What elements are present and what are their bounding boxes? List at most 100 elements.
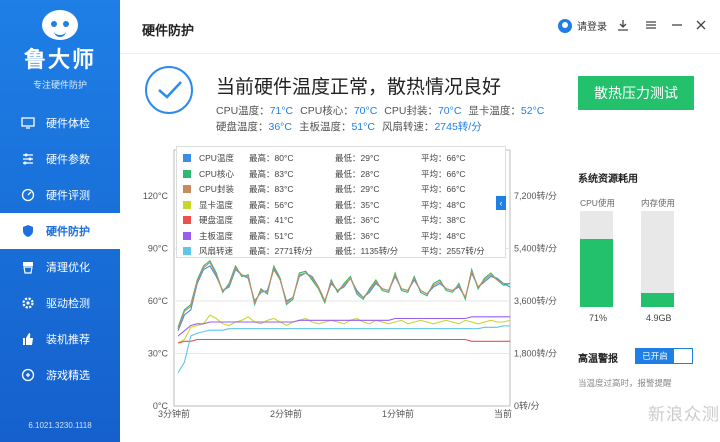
legend-collapse-chevron-icon[interactable]: ‹ (496, 196, 506, 210)
reading-value: 51°C (351, 121, 375, 133)
legend-max: 最高：56°C (249, 199, 294, 210)
sidebar-item-0[interactable]: 硬件体检 (0, 105, 120, 141)
series-line-6 (177, 325, 511, 374)
close-icon[interactable] (694, 18, 708, 32)
reading-label: CPU核心： (300, 105, 354, 117)
sidebar-item-label: 清理优化 (46, 262, 90, 274)
legend-avg: 平均：48°C (421, 199, 466, 210)
menu-icon[interactable] (644, 18, 658, 32)
memory-usage-bar (641, 211, 674, 307)
legend-max: 最高：2771转/分 (249, 246, 313, 256)
resources-title: 系统资源耗用 (578, 174, 638, 185)
legend-min: 最低：36°C (335, 215, 380, 225)
legend-avg: 平均：38°C (421, 215, 466, 225)
sidebar-item-label: 驱动检测 (46, 298, 90, 310)
x-tick-label: 3分钟前 (158, 408, 190, 419)
app-subtitle: 专注硬件防护 (32, 80, 87, 90)
legend-swatch (183, 154, 191, 162)
sidebar-item-label: 硬件参数 (46, 154, 90, 166)
high-temp-alert-toggle[interactable]: 已开启 (635, 348, 693, 364)
legend-name: CPU封装 (199, 184, 234, 194)
cpu-usage-value: 71% (589, 313, 608, 323)
sidebar-item-label: 装机推荐 (46, 334, 90, 346)
cpu-usage-bar (580, 211, 613, 307)
reading-value: 70°C (353, 105, 378, 117)
cpu-usage-label: CPU使用 (580, 198, 615, 208)
temperature-readings-row1: CPU温度：71°C CPU核心：70°C CPU封装：70°C 显卡温度：52°C (216, 103, 551, 118)
legend-swatch (183, 247, 191, 255)
reading-value: 70°C (437, 105, 462, 117)
y-right-tick-label: 0转/分 (514, 400, 540, 411)
legend-name: 风扇转速 (199, 246, 234, 256)
header: 硬件防护 请登录 (120, 0, 720, 54)
legend-name: 硬盘温度 (199, 215, 234, 225)
memory-usage-label: 内存使用 (641, 198, 676, 208)
alert-description: 当温度过高时，报警提醒 (578, 378, 672, 388)
sidebar-item-4[interactable]: 清理优化 (0, 249, 120, 285)
version-label: 6.1021.3230.1118 (28, 421, 92, 430)
legend-min: 最低：36°C (335, 230, 380, 241)
legend-avg: 平均：66°C (421, 184, 466, 194)
legend-min: 最低：29°C (335, 184, 380, 194)
legend-min: 最低：35°C (335, 199, 380, 210)
watermark: 新浪众测 (648, 405, 720, 424)
legend-min: 最低：29°C (335, 153, 380, 163)
legend-avg: 平均：66°C (421, 168, 466, 179)
sidebar-item-label: 游戏精选 (46, 370, 90, 382)
login-label: 请登录 (577, 22, 607, 33)
logo-mascot-icon (42, 10, 78, 40)
reading-value: 52°C (520, 105, 545, 117)
y-left-tick-label: 90°C (148, 244, 169, 254)
gamepad-icon (20, 367, 36, 383)
high-temp-alert-title: 高温警报 (578, 354, 618, 365)
sidebar-item-5[interactable]: 驱动检测 (0, 285, 120, 321)
sidebar-item-label: 硬件防护 (46, 226, 90, 238)
toggle-on-label: 已开启 (636, 349, 674, 363)
y-right-tick-label: 7,200转/分 (514, 190, 557, 201)
sidebar-item-2[interactable]: 硬件评测 (0, 177, 120, 213)
legend-row: 主板温度 最高：51°C 最低：36°C 平均：48°C (177, 228, 507, 244)
sidebar-item-label: 硬件体检 (46, 118, 90, 130)
shield-icon (20, 223, 36, 239)
legend-name: CPU核心 (199, 168, 234, 179)
legend-swatch (183, 231, 191, 240)
sidebar-item-6[interactable]: 装机推荐 (0, 321, 120, 357)
reading-label: CPU温度： (216, 105, 270, 117)
page-title: 硬件防护 (142, 23, 195, 38)
legend-swatch (183, 200, 191, 209)
login-button[interactable]: 请登录 (558, 18, 607, 33)
status-check-icon (145, 66, 193, 114)
legend-swatch (183, 216, 191, 224)
status-title: 当前硬件温度正常，散热情况良好 (216, 77, 502, 98)
legend-name: 主板温度 (199, 230, 234, 241)
legend-avg: 平均：66°C (421, 153, 466, 163)
reading-label: 风扇转速： (381, 121, 435, 133)
monitor-icon (20, 115, 36, 131)
y-left-tick-label: 30°C (148, 349, 169, 359)
legend-max: 最高：41°C (249, 215, 294, 225)
series-line-4 (177, 338, 510, 344)
sidebar-item-label: 硬件评测 (46, 190, 90, 202)
legend-row: 硬盘温度 最高：41°C 最低：36°C 平均：38°C (177, 212, 507, 228)
x-tick-label: 当前 (494, 408, 512, 419)
memory-usage-value: 4.9GB (646, 313, 672, 323)
legend-max: 最高：51°C (249, 230, 294, 241)
x-tick-label: 1分钟前 (382, 408, 414, 419)
sidebar-item-1[interactable]: 硬件参数 (0, 141, 120, 177)
broom-icon (20, 259, 36, 275)
download-icon[interactable] (616, 18, 630, 32)
legend-max: 最高：83°C (249, 184, 294, 194)
series-line-1 (177, 259, 511, 328)
legend-min: 最低：1135转/分 (335, 246, 399, 256)
y-right-tick-label: 5,400转/分 (514, 243, 557, 254)
legend-avg: 平均：2557转/分 (421, 246, 485, 256)
legend-max: 最高：83°C (249, 168, 294, 179)
sidebar-item-7[interactable]: 游戏精选 (0, 357, 120, 393)
stress-test-button[interactable]: 散热压力测试 (578, 76, 694, 110)
minimize-icon[interactable] (670, 18, 684, 32)
sidebar-item-3[interactable]: 硬件防护 (0, 213, 120, 249)
user-avatar-icon (558, 18, 572, 33)
y-right-tick-label: 1,800转/分 (514, 348, 557, 359)
reading-label: 主板温度： (298, 121, 352, 133)
memory-usage-fill (641, 292, 674, 307)
